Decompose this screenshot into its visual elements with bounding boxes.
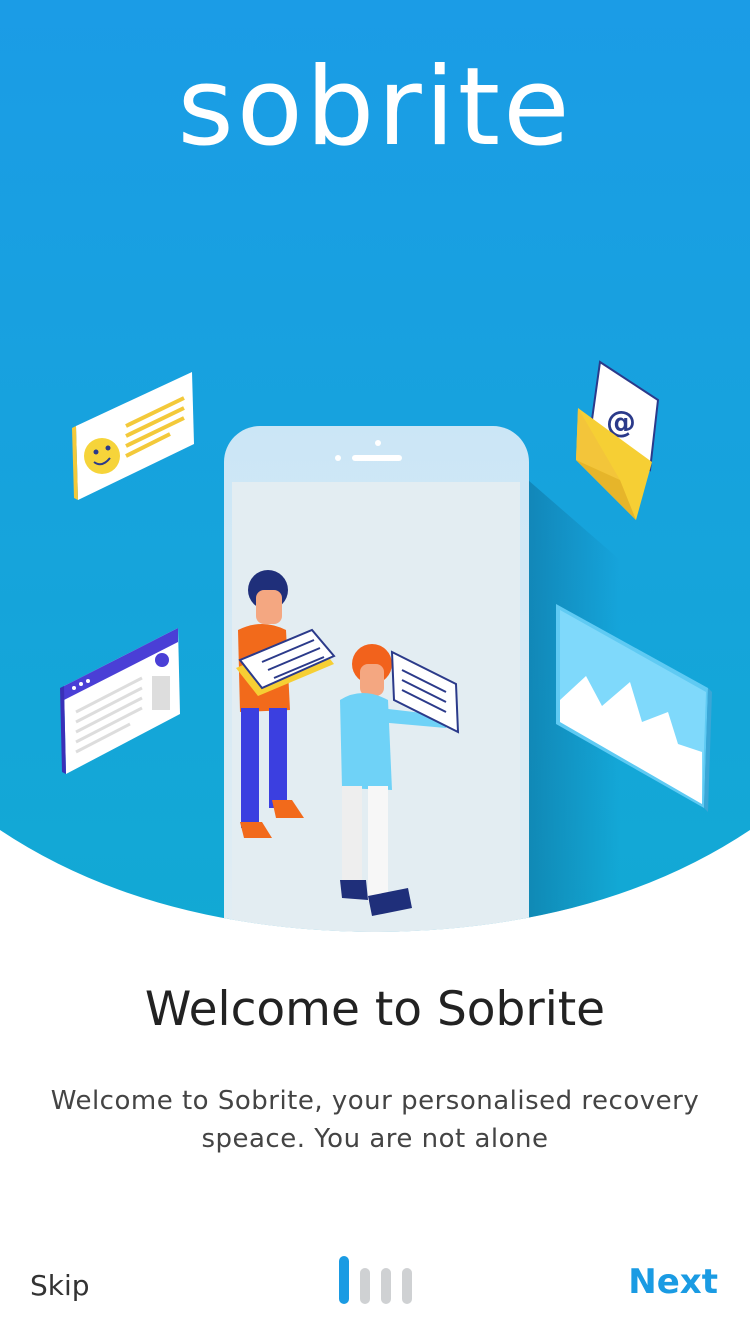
app-logo-text: sobrite	[177, 45, 573, 170]
onboarding-description: Welcome to Sobrite, your personalised re…	[50, 1086, 700, 1154]
skip-button[interactable]: Skip	[30, 1266, 90, 1306]
page-indicator-dot-3[interactable]	[381, 1268, 391, 1304]
next-button[interactable]: Next	[628, 1260, 718, 1304]
page-indicator-dot-4[interactable]	[402, 1268, 412, 1304]
page-indicator-dot-2[interactable]	[360, 1268, 370, 1304]
onboarding-title: Welcome to Sobrite	[144, 982, 606, 1037]
page-indicator	[339, 1256, 413, 1304]
page-indicator-dot-1[interactable]	[339, 1256, 349, 1304]
